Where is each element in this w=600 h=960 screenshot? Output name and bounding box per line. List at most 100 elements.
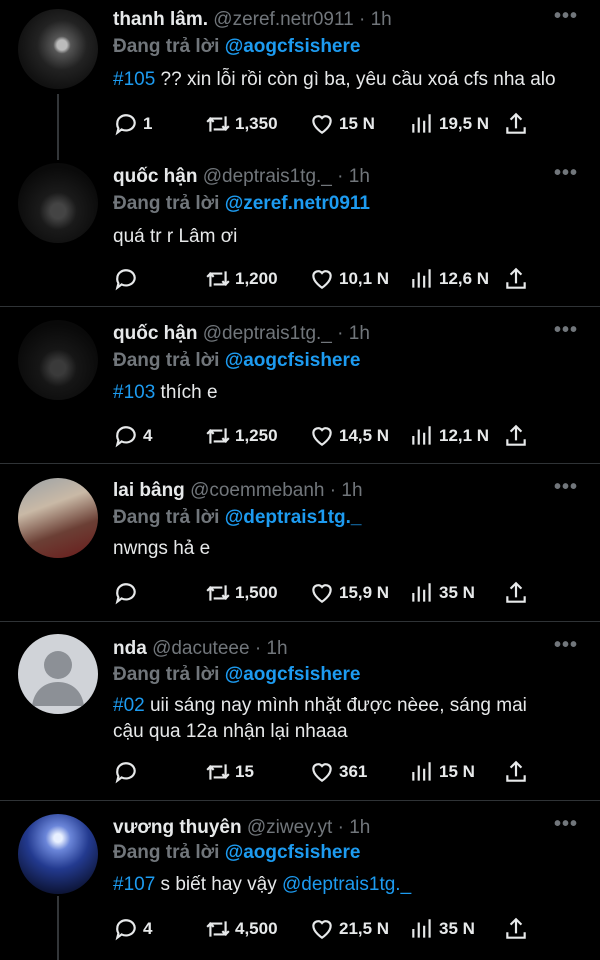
action-bar: 1 1,350 15 N 19,5 N: [113, 111, 533, 137]
display-name[interactable]: quốc hận: [113, 323, 197, 344]
like-count: 21,5 N: [339, 919, 390, 938]
like-button[interactable]: 15 N: [309, 111, 375, 137]
reply-prefix: Đang trả lời: [113, 350, 220, 371]
views-button[interactable]: 35 N: [409, 916, 475, 942]
retweet-icon: [206, 271, 230, 287]
reply-button[interactable]: 4: [113, 916, 152, 942]
retweet-button[interactable]: 1,200: [205, 266, 278, 292]
views-button[interactable]: 12,6 N: [409, 266, 489, 292]
reply-button[interactable]: [113, 266, 143, 292]
tweet[interactable]: quốc hận @deptrais1tg._ · 1h ••• Đang tr…: [0, 319, 600, 459]
retweet-count: 15: [235, 762, 254, 781]
like-button[interactable]: 15,9 N: [309, 580, 389, 606]
reply-mention[interactable]: @aogcfsishere: [225, 350, 361, 371]
reply-mention[interactable]: @deptrais1tg._: [225, 507, 362, 528]
tweet-text-content: nwngs hả e: [113, 538, 211, 559]
share-icon: [506, 267, 526, 289]
display-name[interactable]: lai bâng: [113, 480, 185, 501]
timestamp[interactable]: · 1h: [337, 166, 370, 187]
share-button[interactable]: [503, 580, 529, 606]
share-button[interactable]: [503, 916, 529, 942]
retweet-button[interactable]: 1,350: [205, 111, 278, 137]
hashtag[interactable]: #02: [113, 695, 145, 716]
text-mention[interactable]: @deptrais1tg._: [282, 874, 411, 895]
like-count: 10,1 N: [339, 269, 390, 288]
retweet-button[interactable]: 15: [205, 759, 254, 785]
user-handle[interactable]: @deptrais1tg._: [203, 323, 332, 344]
user-handle[interactable]: @coemmebanh: [190, 480, 324, 501]
reply-context: Đang trả lời @zeref.netr0911: [113, 189, 370, 219]
views-button[interactable]: 19,5 N: [409, 111, 489, 137]
views-button[interactable]: 35 N: [409, 580, 475, 606]
share-icon: [506, 112, 526, 134]
tweet[interactable]: nda @dacuteee · 1h ••• Đang trả lời @aog…: [0, 634, 600, 794]
user-handle[interactable]: @zeref.netr0911: [213, 9, 353, 30]
views-button[interactable]: 15 N: [409, 759, 475, 785]
timestamp[interactable]: · 1h: [330, 480, 363, 501]
more-icon[interactable]: •••: [554, 5, 578, 27]
tweet-header: quốc hận @deptrais1tg._ · 1h •••: [113, 162, 580, 192]
reply-count: 4: [143, 426, 153, 445]
tweet-text: #02 uii sáng nay mình nhặt được nèee, sá…: [113, 693, 560, 745]
action-bar: 1,200 10,1 N 12,6 N: [113, 266, 533, 292]
more-icon[interactable]: •••: [554, 813, 578, 835]
view-count: 35 N: [439, 919, 475, 938]
like-button[interactable]: 14,5 N: [309, 423, 389, 449]
reply-context: Đang trả lời @aogcfsishere: [113, 838, 360, 868]
like-button[interactable]: 21,5 N: [309, 916, 389, 942]
hashtag[interactable]: #107: [113, 874, 155, 895]
hashtag[interactable]: #103: [113, 382, 155, 403]
tweet[interactable]: thanh lâm. @zeref.netr0911 · 1h ••• Đang…: [0, 5, 600, 155]
tweet-header: quốc hận @deptrais1tg._ · 1h •••: [113, 319, 580, 349]
retweet-count: 4,500: [235, 919, 278, 938]
more-icon[interactable]: •••: [554, 634, 578, 656]
more-icon[interactable]: •••: [554, 476, 578, 498]
like-count: 14,5 N: [339, 426, 390, 445]
views-icon: [412, 269, 431, 288]
user-handle[interactable]: @dacuteee: [152, 638, 249, 659]
tweet-text-content: quá tr r Lâm ơi: [113, 226, 238, 247]
reply-button[interactable]: [113, 580, 143, 606]
reply-button[interactable]: 4: [113, 423, 152, 449]
views-button[interactable]: 12,1 N: [409, 423, 489, 449]
tweet-text-content: uii sáng nay mình nhặt được nèee, sáng m…: [113, 695, 527, 742]
share-button[interactable]: [503, 423, 529, 449]
like-icon: [312, 270, 332, 289]
reply-icon: [115, 114, 136, 136]
retweet-button[interactable]: 4,500: [205, 916, 278, 942]
hashtag[interactable]: #105: [113, 69, 155, 90]
view-count: 35 N: [439, 583, 475, 602]
retweet-button[interactable]: 1,250: [205, 423, 278, 449]
timestamp[interactable]: · 1h: [255, 638, 288, 659]
display-name[interactable]: vương thuyên: [113, 817, 242, 838]
like-button[interactable]: 361: [309, 759, 367, 785]
retweet-button[interactable]: 1,500: [205, 580, 278, 606]
timestamp[interactable]: · 1h: [337, 323, 370, 344]
more-icon[interactable]: •••: [554, 162, 578, 184]
display-name[interactable]: thanh lâm.: [113, 9, 208, 30]
reply-mention[interactable]: @aogcfsishere: [225, 36, 361, 57]
user-handle[interactable]: @deptrais1tg._: [203, 166, 332, 187]
reply-button[interactable]: 1: [113, 111, 152, 137]
user-handle[interactable]: @ziwey.yt: [247, 817, 332, 838]
reply-button[interactable]: [113, 759, 143, 785]
share-button[interactable]: [503, 111, 529, 137]
more-icon[interactable]: •••: [554, 319, 578, 341]
reply-mention[interactable]: @zeref.netr0911: [225, 193, 370, 214]
tweet[interactable]: lai bâng @coemmebanh · 1h ••• Đang trả l…: [0, 476, 600, 616]
reply-mention[interactable]: @aogcfsishere: [225, 842, 361, 863]
share-button[interactable]: [503, 266, 529, 292]
timestamp[interactable]: · 1h: [359, 9, 392, 30]
reply-icon: [115, 583, 136, 605]
reply-mention[interactable]: @aogcfsishere: [225, 664, 361, 685]
tweet[interactable]: quốc hận @deptrais1tg._ · 1h ••• Đang tr…: [0, 162, 600, 302]
reply-count: 4: [143, 919, 153, 938]
display-name[interactable]: quốc hận: [113, 166, 197, 187]
timestamp[interactable]: · 1h: [338, 817, 371, 838]
view-count: 12,1 N: [439, 426, 490, 445]
display-name[interactable]: nda: [113, 638, 147, 659]
share-button[interactable]: [503, 759, 529, 785]
tweet[interactable]: vương thuyên @ziwey.yt · 1h ••• Đang trả…: [0, 813, 600, 960]
like-button[interactable]: 10,1 N: [309, 266, 389, 292]
tweet-text: #103 thích e: [113, 380, 570, 406]
